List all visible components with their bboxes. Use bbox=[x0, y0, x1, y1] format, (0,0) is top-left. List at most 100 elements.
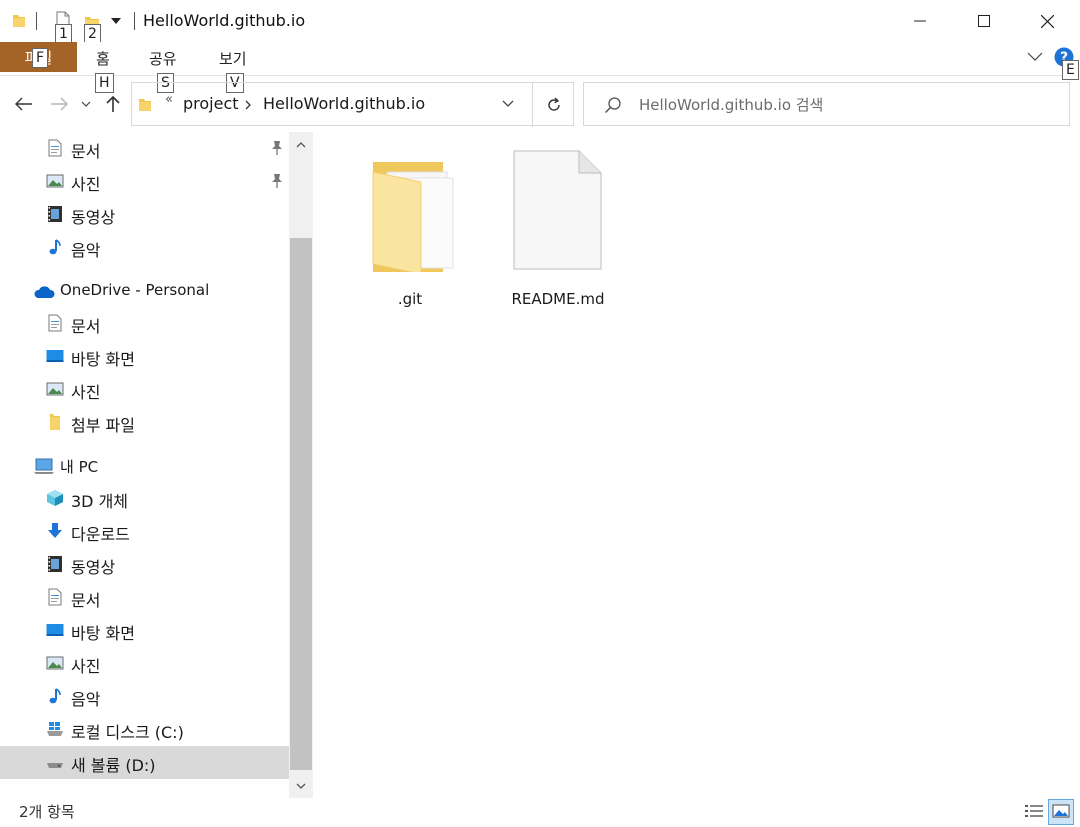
close-button[interactable] bbox=[1019, 0, 1075, 42]
sidebar-item-label: OneDrive - Personal bbox=[60, 281, 210, 299]
refresh-button[interactable] bbox=[532, 83, 574, 127]
minimize-icon bbox=[914, 20, 926, 22]
sidebar-item-onedrive-pictures[interactable]: 사진 bbox=[0, 373, 289, 406]
details-view-icon[interactable] bbox=[1022, 800, 1046, 824]
scroll-down-button[interactable] bbox=[289, 774, 313, 798]
breadcrumb-current[interactable]: HelloWorld.github.io bbox=[263, 94, 425, 113]
up-button[interactable] bbox=[101, 92, 125, 116]
folder-icon bbox=[50, 414, 60, 430]
status-bar: 2개 항목 bbox=[0, 798, 1080, 827]
sidebar-item-label: 바탕 화면 bbox=[71, 624, 135, 643]
address-overflow[interactable]: « bbox=[165, 92, 173, 107]
close-icon bbox=[1040, 14, 1054, 28]
file-name: .git bbox=[397, 290, 423, 308]
sidebar-item-label: 사진 bbox=[71, 383, 101, 402]
file-icon bbox=[513, 150, 602, 270]
sidebar-item-pictures[interactable]: 사진 bbox=[0, 165, 289, 198]
folder-icon bbox=[139, 99, 151, 111]
pin-icon[interactable] bbox=[270, 173, 284, 189]
tab-share[interactable]: 공유 bbox=[149, 48, 177, 69]
sidebar-item-label: 사진 bbox=[71, 657, 101, 676]
keytip-2: 2 bbox=[84, 24, 101, 44]
sidebar-item-onedrive-desktop[interactable]: 바탕 화면 bbox=[0, 340, 289, 373]
videos-icon bbox=[48, 206, 62, 222]
sidebar-item-label: 음악 bbox=[71, 241, 101, 260]
sidebar-item-downloads[interactable]: 다운로드 bbox=[0, 515, 289, 548]
sidebar-item-pc-music[interactable]: 음악 bbox=[0, 680, 289, 713]
tab-home[interactable]: 홈 bbox=[96, 48, 110, 69]
sidebar-item-pc-documents[interactable]: 문서 bbox=[0, 581, 289, 614]
arrow-up-icon bbox=[106, 95, 120, 112]
sidebar-item-label: 새 볼륨 (D:) bbox=[71, 756, 156, 775]
back-button[interactable] bbox=[12, 92, 36, 116]
item-count: 2개 항목 bbox=[19, 803, 75, 821]
sidebar-item-onedrive[interactable]: OneDrive - Personal bbox=[0, 275, 289, 308]
sidebar-item-this-pc[interactable]: 내 PC bbox=[0, 450, 289, 483]
sidebar-item-music[interactable]: 음악 bbox=[0, 231, 289, 264]
download-icon bbox=[48, 523, 62, 538]
document-icon bbox=[48, 314, 62, 332]
large-icons-view-icon[interactable] bbox=[1048, 799, 1074, 825]
chevron-down-icon bbox=[81, 101, 91, 107]
arrow-left-icon bbox=[15, 97, 32, 111]
sidebar-item-local-disk-c[interactable]: 로컬 디스크 (C:) bbox=[0, 713, 289, 746]
cloud-icon bbox=[34, 286, 55, 298]
title-bar: 1 2 HelloWorld.github.io bbox=[0, 0, 1080, 44]
arrow-right-icon bbox=[51, 97, 68, 111]
scroll-thumb[interactable] bbox=[290, 238, 312, 770]
chevron-right-icon[interactable] bbox=[244, 100, 252, 110]
drive-icon bbox=[47, 763, 63, 768]
music-icon bbox=[49, 688, 61, 704]
sidebar-item-label: 문서 bbox=[71, 317, 101, 336]
search-icon bbox=[604, 97, 621, 114]
chevron-up-icon bbox=[296, 141, 306, 147]
file-item-git[interactable]: .git bbox=[355, 144, 465, 314]
sidebar-item-label: 바탕 화면 bbox=[71, 350, 135, 369]
sidebar-item-label: 문서 bbox=[71, 591, 101, 610]
minimize-button[interactable] bbox=[892, 0, 948, 42]
document-icon bbox=[48, 588, 62, 606]
address-bar[interactable]: « project HelloWorld.github.io bbox=[131, 82, 574, 127]
forward-button[interactable] bbox=[47, 92, 71, 116]
ribbon: 파일 F 홈 H 공유 S 보기 V ? E bbox=[0, 42, 1080, 93]
sidebar-item-pc-desktop[interactable]: 바탕 화면 bbox=[0, 614, 289, 647]
recent-locations-button[interactable] bbox=[76, 92, 96, 116]
sidebar-item-3d-objects[interactable]: 3D 개체 bbox=[0, 482, 289, 515]
navigation-bar: « project HelloWorld.github.io HelloWorl… bbox=[0, 76, 1080, 132]
chevron-down-icon[interactable] bbox=[1027, 52, 1043, 62]
sidebar-item-label: 동영상 bbox=[71, 208, 116, 227]
keytip-f: F bbox=[32, 48, 49, 68]
sidebar-scrollbar[interactable] bbox=[289, 132, 313, 798]
cube-icon bbox=[47, 490, 63, 506]
sidebar-item-label: 3D 개체 bbox=[71, 492, 129, 511]
sidebar-item-documents[interactable]: 문서 bbox=[0, 132, 289, 165]
sidebar-item-label: 로컬 디스크 (C:) bbox=[71, 723, 184, 742]
tab-view[interactable]: 보기 bbox=[219, 48, 247, 69]
pin-icon[interactable] bbox=[270, 140, 284, 156]
sidebar-item-onedrive-attachments[interactable]: 첨부 파일 bbox=[0, 406, 289, 439]
sidebar-item-pc-videos[interactable]: 동영상 bbox=[0, 548, 289, 581]
desktop-icon bbox=[46, 624, 64, 636]
breadcrumb-project[interactable]: project bbox=[183, 94, 239, 113]
music-icon bbox=[49, 239, 61, 255]
customize-toolbar-icon[interactable] bbox=[110, 16, 122, 26]
pictures-icon bbox=[46, 174, 64, 188]
windows-drive-icon bbox=[47, 722, 63, 736]
sidebar-item-videos[interactable]: 동영상 bbox=[0, 198, 289, 231]
chevron-down-icon[interactable] bbox=[502, 100, 514, 108]
sidebar-item-onedrive-documents[interactable]: 문서 bbox=[0, 307, 289, 340]
sidebar-item-label: 음악 bbox=[71, 690, 101, 709]
file-item-readme[interactable]: README.md bbox=[503, 144, 613, 314]
file-list[interactable]: .git README.md bbox=[313, 132, 1080, 798]
scroll-up-button[interactable] bbox=[289, 132, 313, 156]
sidebar-item-label: 문서 bbox=[71, 142, 101, 161]
maximize-button[interactable] bbox=[956, 0, 1012, 42]
sidebar-item-label: 다운로드 bbox=[71, 525, 130, 544]
maximize-icon bbox=[978, 15, 990, 27]
chevron-down-icon bbox=[296, 783, 306, 789]
sidebar-item-volume-d[interactable]: 새 볼륨 (D:) bbox=[0, 746, 289, 779]
file-name: README.md bbox=[511, 290, 605, 308]
search-box[interactable]: HelloWorld.github.io 검색 bbox=[583, 82, 1070, 126]
sidebar-item-label: 내 PC bbox=[60, 458, 99, 476]
sidebar-item-pc-pictures[interactable]: 사진 bbox=[0, 647, 289, 680]
